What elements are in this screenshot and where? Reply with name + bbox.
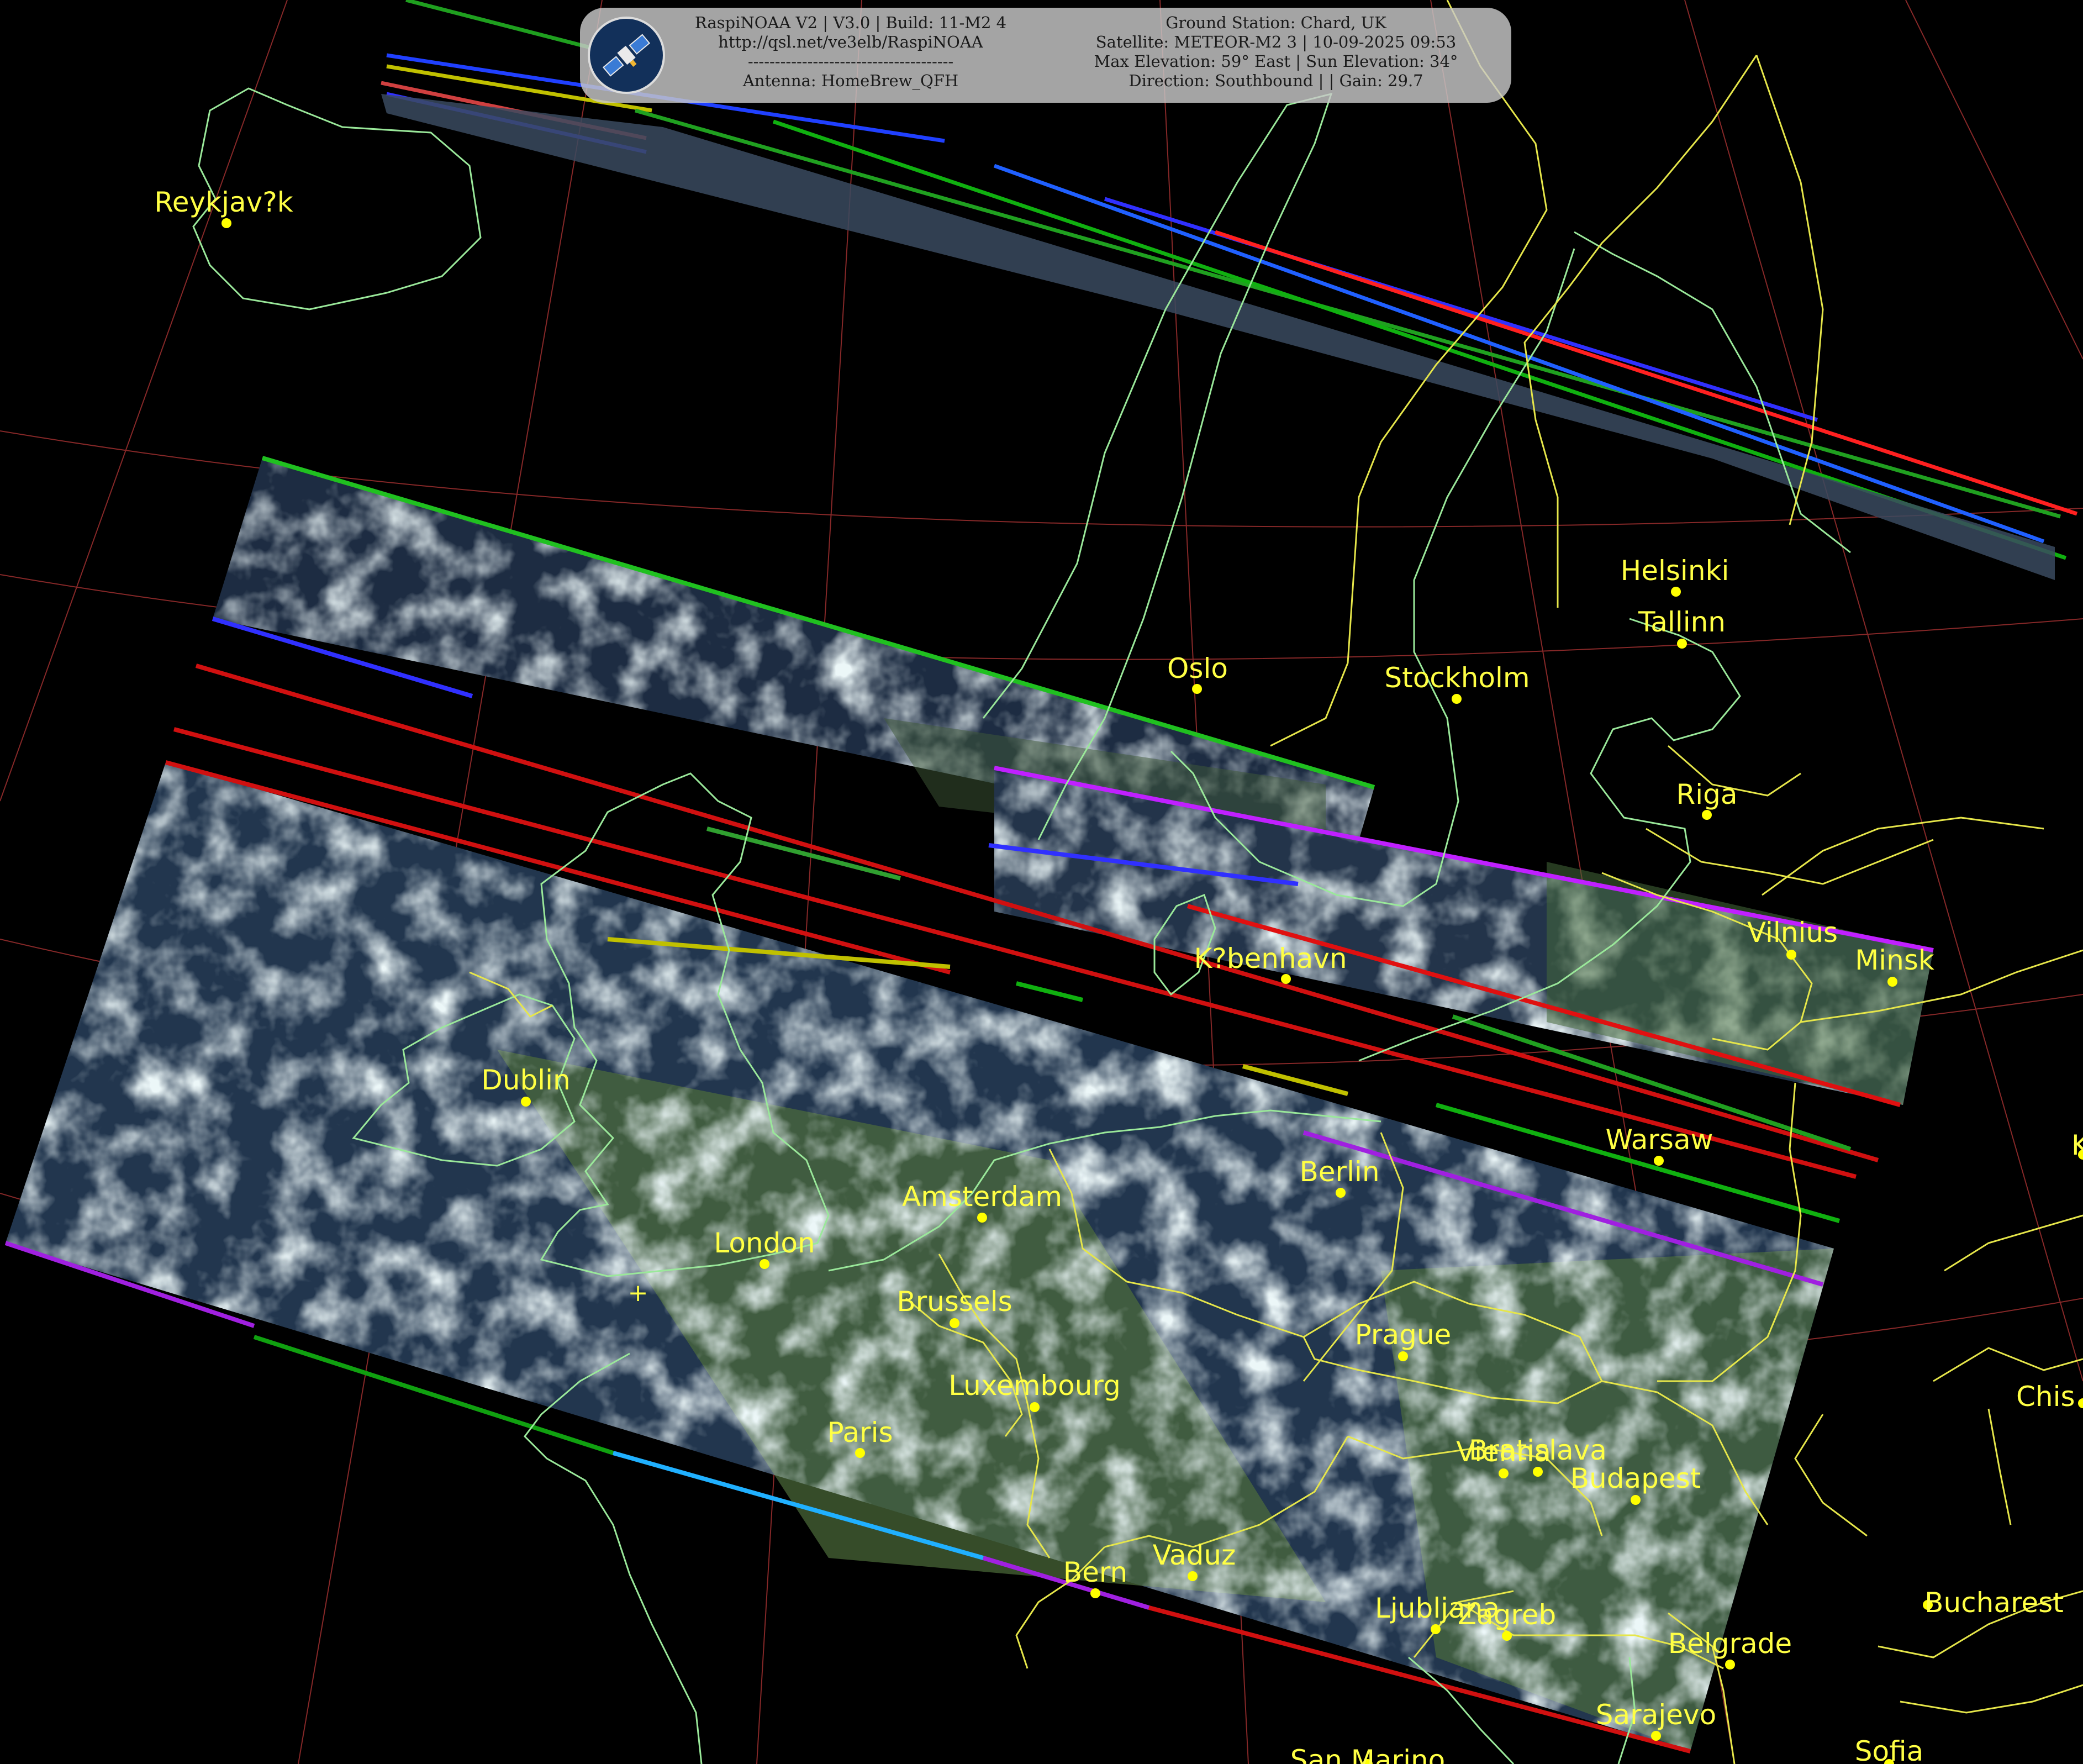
city-label-riga: Riga xyxy=(1676,778,1737,810)
city-label-bratislava: Bratislava xyxy=(1469,1434,1607,1466)
ground-station-marker: + xyxy=(628,1279,648,1307)
city-label-k-benhavn: K?benhavn xyxy=(1194,942,1347,975)
city-marker-belgrade xyxy=(1725,1660,1735,1670)
satellite-icon xyxy=(588,17,665,94)
city-label-chis: Chis xyxy=(2016,1381,2075,1413)
city-marker-dublin xyxy=(521,1097,531,1107)
info-line: http://qsl.net/ve3elb/RaspiNOAA xyxy=(718,33,983,51)
info-line: RaspiNOAA V2 | V3.0 | Build: 11-M2 4 xyxy=(694,13,1007,32)
info-line: Satellite: METEOR-M2 3 | 10-09-2025 09:5… xyxy=(1095,33,1457,51)
city-marker-bratislava xyxy=(1533,1467,1543,1477)
city-marker-budapest xyxy=(1631,1495,1641,1505)
city-label-ki: Ki xyxy=(2071,1129,2083,1161)
satellite-map: + Reykjav?k Helsinki Tallinn Oslo Stockholm R… xyxy=(0,0,2083,1764)
city-label-prague: Prague xyxy=(1355,1319,1452,1351)
city-marker-vienna xyxy=(1499,1468,1509,1478)
info-right-column: Ground Station: Chard, UK Satellite: MET… xyxy=(1050,13,1502,91)
city-label-brussels: Brussels xyxy=(897,1286,1012,1318)
city-marker-sarajevo xyxy=(1651,1731,1661,1741)
city-label-helsinki: Helsinki xyxy=(1621,555,1729,587)
city-label-minsk: Minsk xyxy=(1855,944,1934,976)
info-panel: RaspiNOAA V2 | V3.0 | Build: 11-M2 4 htt… xyxy=(580,8,1511,103)
city-marker-chis xyxy=(2078,1398,2083,1408)
city-marker-prague xyxy=(1398,1351,1408,1361)
city-marker-helsinki xyxy=(1671,587,1681,597)
city-marker-bern xyxy=(1090,1588,1100,1598)
swath-top xyxy=(381,94,2055,580)
map-canvas: + Reykjav?k Helsinki Tallinn Oslo Stockholm R… xyxy=(0,0,2083,1764)
city-label-stockholm: Stockholm xyxy=(1384,662,1530,694)
city-marker-vilnius xyxy=(1786,950,1796,960)
city-label-oslo: Oslo xyxy=(1167,652,1228,684)
city-label-vilnius: Vilnius xyxy=(1747,917,1838,949)
city-marker-oslo xyxy=(1192,684,1202,694)
city-marker-k-benhavn xyxy=(1281,974,1291,984)
city-label-sarajevo: Sarajevo xyxy=(1596,1699,1716,1731)
info-line: Max Elevation: 59° East | Sun Elevation:… xyxy=(1094,52,1458,71)
city-marker-vaduz xyxy=(1188,1571,1198,1581)
city-marker-reykjav-k xyxy=(222,218,231,228)
city-marker-riga xyxy=(1702,810,1712,820)
city-label-london: London xyxy=(714,1227,815,1259)
city-label-sofia: Sofia xyxy=(1855,1735,1923,1764)
info-left-column: RaspiNOAA V2 | V3.0 | Build: 11-M2 4 htt… xyxy=(663,13,1038,91)
info-line: Ground Station: Chard, UK xyxy=(1166,13,1386,32)
city-label-zagreb: Zagreb xyxy=(1458,1599,1557,1631)
city-marker-london xyxy=(760,1259,769,1269)
city-marker-ljubljana xyxy=(1431,1624,1441,1634)
city-marker-paris xyxy=(855,1448,865,1458)
city-label-reykjav-k: Reykjav?k xyxy=(154,186,293,218)
city-marker-brussels xyxy=(950,1318,959,1328)
city-label-dublin: Dublin xyxy=(481,1064,570,1096)
city-marker-zagreb xyxy=(1502,1631,1512,1641)
city-marker-berlin xyxy=(1336,1188,1346,1198)
city-label-budapest: Budapest xyxy=(1570,1462,1701,1494)
city-marker-luxembourg xyxy=(1030,1402,1040,1412)
city-label-amsterdam: Amsterdam xyxy=(902,1181,1062,1213)
info-line: -------------------------------------- xyxy=(747,52,954,71)
city-label-paris: Paris xyxy=(827,1417,893,1449)
city-label-warsaw: Warsaw xyxy=(1605,1124,1713,1156)
info-line: Direction: Southbound | | Gain: 29.7 xyxy=(1128,71,1423,90)
city-marker-tallinn xyxy=(1677,639,1687,649)
city-label-san-marino: San Marino xyxy=(1290,1744,1445,1764)
city-label-belgrade: Belgrade xyxy=(1668,1628,1792,1660)
city-label-berlin: Berlin xyxy=(1299,1156,1379,1188)
city-label-bern: Bern xyxy=(1063,1556,1127,1588)
city-label-bucharest: Bucharest xyxy=(1924,1587,2064,1619)
city-label-vaduz: Vaduz xyxy=(1153,1539,1236,1571)
city-marker-warsaw xyxy=(1654,1156,1664,1166)
city-marker-stockholm xyxy=(1452,694,1462,704)
info-line: Antenna: HomeBrew_QFH xyxy=(742,71,959,90)
city-label-tallinn: Tallinn xyxy=(1638,606,1726,638)
city-label-luxembourg: Luxembourg xyxy=(948,1370,1121,1402)
city-marker-amsterdam xyxy=(977,1213,987,1223)
city-marker-minsk xyxy=(1887,977,1897,987)
